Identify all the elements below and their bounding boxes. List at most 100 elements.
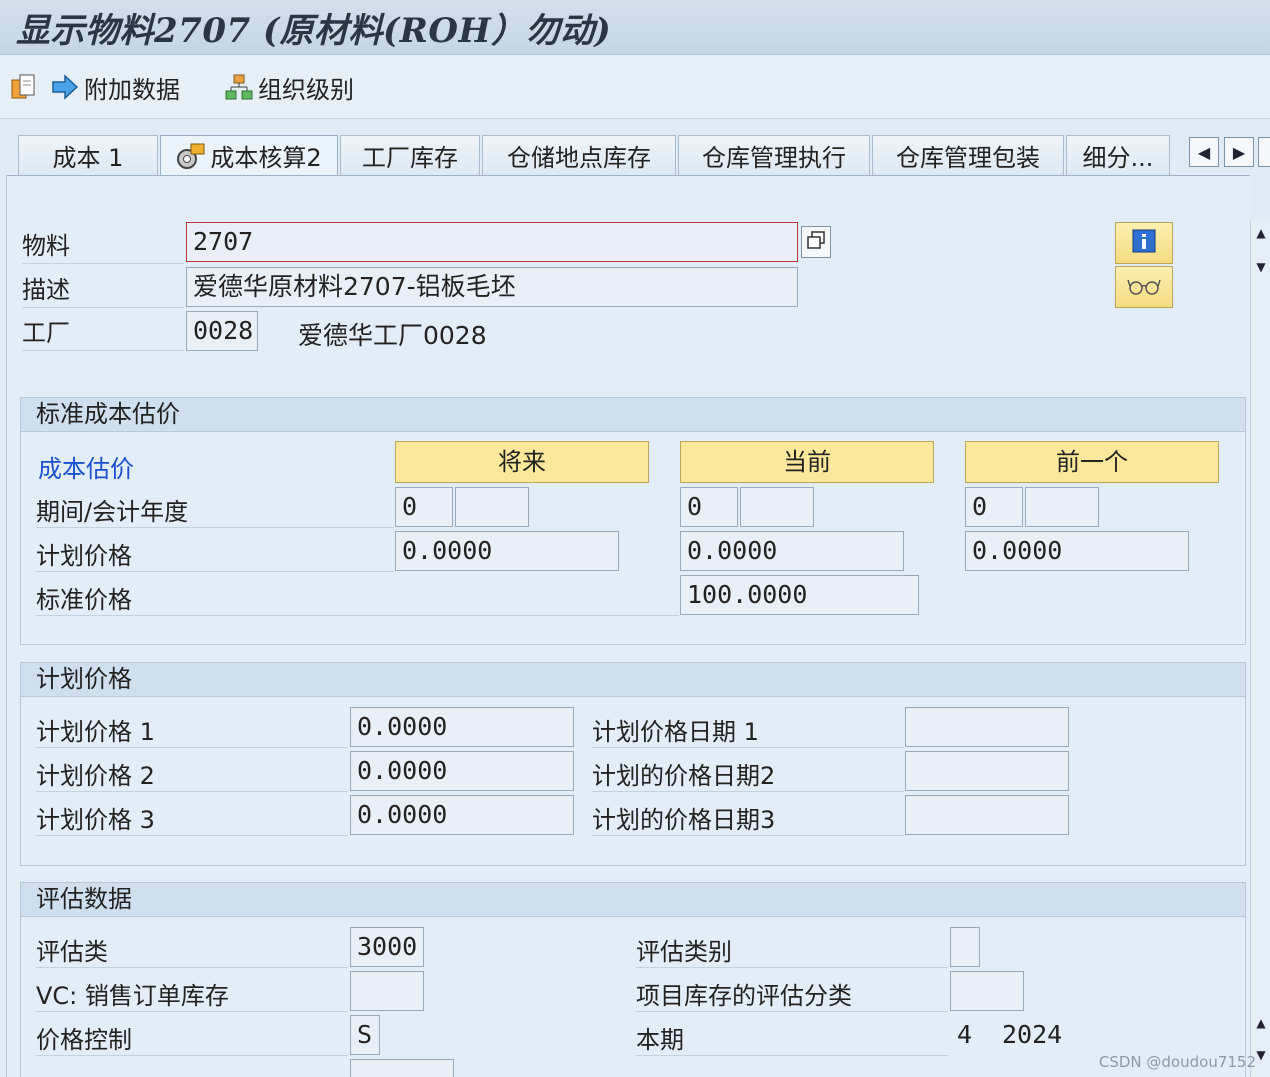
tab-label: 成本核算2	[210, 144, 322, 172]
current-period-label: 本期	[636, 1020, 948, 1056]
org-levels-label: 组织级别	[258, 75, 354, 104]
standard-cost-heading: 标准成本估价	[21, 398, 1245, 432]
current-planned-price-field: 0.0000	[680, 531, 904, 571]
future-estimate-button[interactable]: 将来	[395, 441, 649, 483]
tab-warehouse-execution[interactable]: 仓库管理执行	[678, 135, 870, 175]
planned-date-3-field	[905, 795, 1069, 835]
scroll-up-button[interactable]: ▲	[1252, 224, 1270, 242]
watermark: CSDN @doudou7152	[1098, 1053, 1256, 1071]
project-stock-valuation-label: 项目库存的评估分类	[636, 976, 948, 1012]
copy-document-icon	[10, 72, 40, 102]
tab-cost-1[interactable]: 成本 1	[18, 135, 158, 175]
material-label: 物料	[22, 226, 184, 264]
future-planned-price-field: 0.0000	[395, 531, 619, 571]
price-control-field: S	[350, 1015, 380, 1055]
windows-icon	[806, 230, 826, 254]
planned-price-3-field: 0.0000	[350, 795, 574, 835]
tab-list-button[interactable]	[1258, 137, 1270, 167]
previous-planned-price-field: 0.0000	[965, 531, 1189, 571]
material-details-button[interactable]	[801, 226, 831, 258]
vc-sales-order-stock-label: VC: 销售订单库存	[36, 976, 348, 1012]
tab-label: 成本 1	[52, 144, 124, 172]
planned-date-2-field	[905, 751, 1069, 791]
planned-price-1-field: 0.0000	[350, 707, 574, 747]
planned-price-1-label: 计划价格 1	[36, 712, 348, 748]
planned-price-2-field: 0.0000	[350, 751, 574, 791]
display-button[interactable]	[1115, 266, 1173, 308]
current-period-field: 0	[680, 487, 738, 527]
scroll-page-down-button[interactable]: ▼	[1252, 258, 1270, 276]
tab-scroll-right-button[interactable]: ▶	[1224, 137, 1254, 167]
previous-estimate-button[interactable]: 前一个	[965, 441, 1219, 483]
planned-price-label: 计划价格	[36, 536, 394, 572]
caret-down-icon: ▼	[1256, 1048, 1266, 1062]
tab-more[interactable]: 细分...	[1066, 135, 1170, 175]
vc-sales-order-stock-field	[350, 971, 424, 1011]
future-period-field: 0	[395, 487, 453, 527]
window-title: 显示物料2707 (原材料(ROH）勿动)	[16, 11, 612, 51]
period-year-label: 期间/会计年度	[36, 492, 394, 528]
tab-storage-location-stock[interactable]: 仓储地点库存	[482, 135, 676, 175]
valuation-category-field	[950, 927, 980, 967]
previous-year-field	[1025, 487, 1099, 527]
vertical-scrollbar[interactable]	[1250, 220, 1270, 1077]
glasses-icon	[1127, 274, 1161, 300]
title-bar: 显示物料2707 (原材料(ROH）勿动)	[0, 0, 1270, 55]
scroll-page-up-button[interactable]: ▲	[1252, 1014, 1270, 1032]
plant-label: 工厂	[22, 313, 184, 351]
tab-label: 仓库管理包装	[896, 144, 1040, 172]
caret-up-icon: ▲	[1256, 226, 1266, 240]
additional-data-label: 附加数据	[84, 75, 180, 104]
info-icon	[1131, 228, 1157, 258]
caret-right-icon: ▶	[1232, 142, 1246, 162]
valuation-class-field: 3000	[350, 927, 424, 967]
planned-price-3-label: 计划价格 3	[36, 800, 348, 836]
valuation-class-label: 评估类	[36, 932, 348, 968]
planned-price-2-label: 计划价格 2	[36, 756, 348, 792]
current-estimate-button[interactable]: 当前	[680, 441, 934, 483]
org-hierarchy-icon	[224, 72, 254, 102]
caret-left-icon: ◀	[1197, 142, 1211, 162]
material-field[interactable]: 2707	[186, 222, 798, 262]
arrow-right-icon	[50, 72, 80, 102]
tab-strip: 成本 1 成本核算2 工厂库存 仓储地点库存 仓库管理执行 仓库管理包装 细分.…	[0, 119, 1270, 175]
tab-label: 仓储地点库存	[507, 144, 651, 172]
tab-costing-2[interactable]: 成本核算2	[160, 135, 338, 175]
project-stock-valuation-field	[950, 971, 1024, 1011]
current-period-month: 4	[957, 1020, 973, 1049]
costing-gear-icon	[176, 141, 206, 171]
valuation-category-label: 评估类别	[636, 932, 948, 968]
tab-warehouse-packaging[interactable]: 仓库管理包装	[872, 135, 1064, 175]
current-year-field	[740, 487, 814, 527]
valuation-heading: 评估数据	[21, 883, 1245, 917]
tab-scroll-left-button[interactable]: ◀	[1189, 137, 1219, 167]
planned-date-2-label: 计划的价格日期2	[592, 756, 904, 792]
new-entry-button[interactable]	[10, 71, 44, 103]
info-button[interactable]	[1115, 222, 1173, 264]
partial-field	[350, 1059, 454, 1077]
planned-prices-heading: 计划价格	[21, 663, 1245, 697]
plant-name: 爱德华工厂0028	[298, 321, 487, 350]
current-period-year: 2024	[1002, 1020, 1063, 1049]
description-field: 爱德华原材料2707-铝板毛坯	[186, 267, 798, 307]
caret-down-icon: ▼	[1256, 260, 1266, 274]
cost-estimate-link[interactable]: 成本估价	[38, 449, 134, 484]
tab-label: 细分...	[1082, 144, 1154, 172]
future-year-field	[455, 487, 529, 527]
description-label: 描述	[22, 270, 184, 308]
tab-label: 仓库管理执行	[702, 144, 846, 172]
planned-date-1-label: 计划价格日期 1	[592, 712, 904, 748]
caret-up-icon: ▲	[1256, 1016, 1266, 1030]
tab-plant-stock[interactable]: 工厂库存	[340, 135, 480, 175]
previous-period-field: 0	[965, 487, 1023, 527]
standard-price-field: 100.0000	[680, 575, 919, 615]
standard-price-label: 标准价格	[36, 580, 679, 616]
org-levels-button[interactable]: 组织级别	[224, 71, 354, 104]
tab-label: 工厂库存	[362, 144, 458, 172]
planned-date-1-field	[905, 707, 1069, 747]
plant-field: 0028	[186, 311, 258, 351]
additional-data-button[interactable]: 附加数据	[50, 71, 180, 104]
price-control-label: 价格控制	[36, 1020, 348, 1056]
application-toolbar: 附加数据 组织级别	[0, 55, 1270, 119]
planned-date-3-label: 计划的价格日期3	[592, 800, 904, 836]
